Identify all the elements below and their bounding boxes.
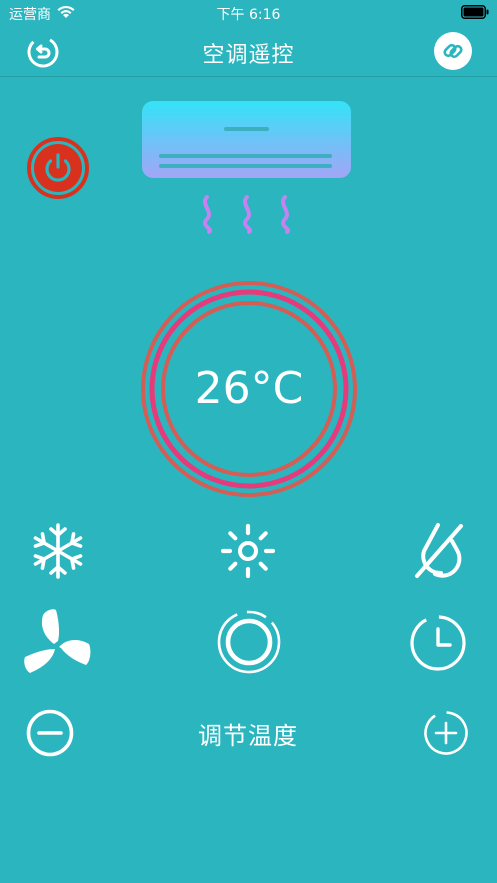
battery-icon [461,5,489,19]
snowflake-icon[interactable] [29,522,87,580]
power-button[interactable] [26,136,90,200]
plus-button[interactable] [423,710,469,756]
link-icon[interactable] [433,31,473,71]
heat-waves [203,195,291,234]
adjust-temperature-label: 调节温度 [198,722,298,750]
dry-mode-icon[interactable] [411,520,469,582]
ring-icon[interactable] [216,609,282,675]
status-bar: 运营商 下午 6:16 [0,0,497,26]
timer-icon[interactable] [409,614,467,672]
nav-bar: 空调遥控 [0,26,497,77]
sun-icon[interactable] [219,522,277,580]
status-time: 下午 6:16 [216,7,281,23]
ac-unit-illustration [142,101,351,234]
minus-button[interactable] [26,709,74,757]
page-title: 空调遥控 [202,43,295,68]
temperature-value: 26°C [194,363,304,414]
fan-icon[interactable] [23,607,93,677]
